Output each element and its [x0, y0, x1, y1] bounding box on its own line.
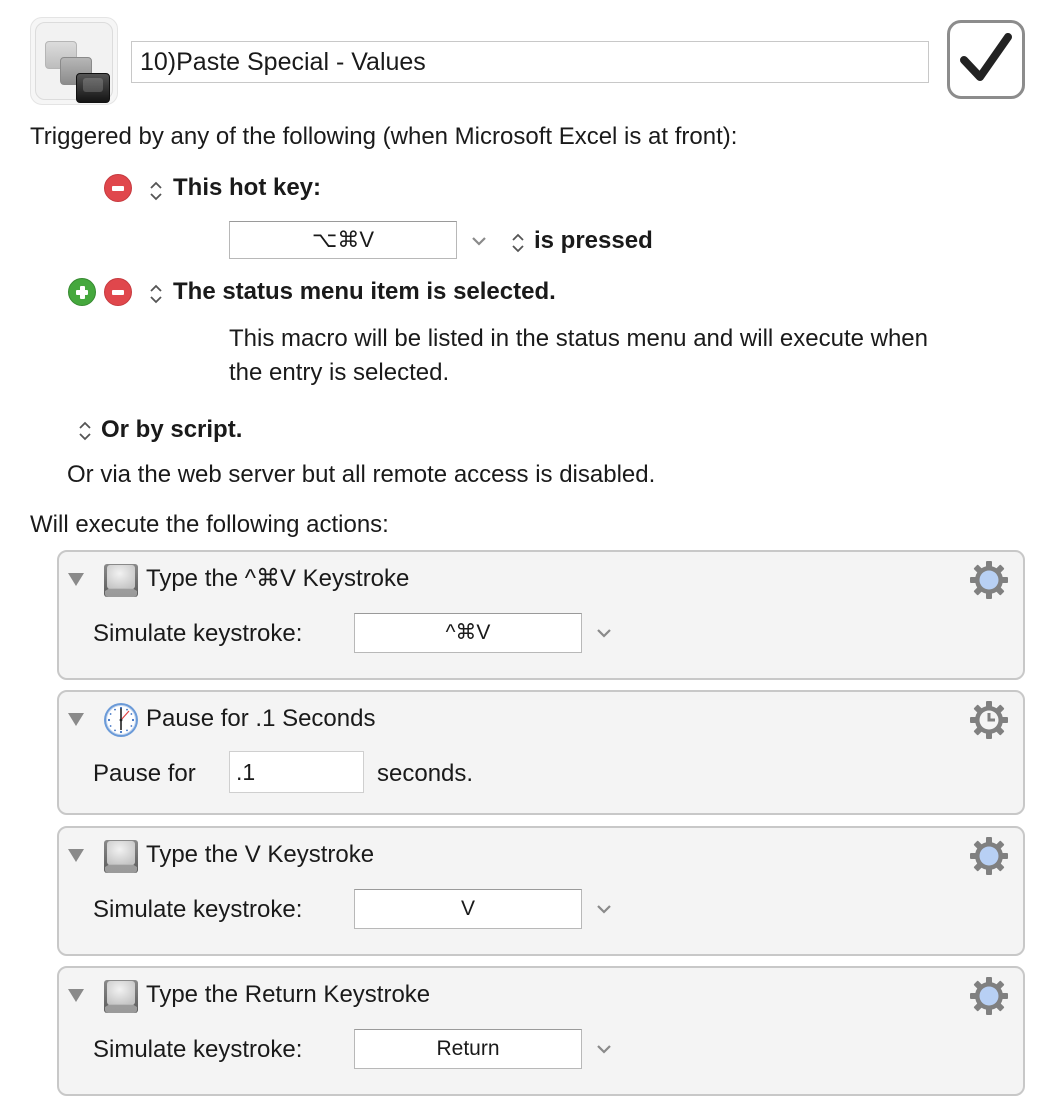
keycap-icon — [102, 561, 140, 599]
hotkey-input[interactable]: ⌥⌘V — [229, 221, 457, 259]
pause-seconds-input[interactable]: .1 — [229, 751, 364, 793]
keycap-icon — [102, 837, 140, 875]
hotkey-condition-label[interactable]: is pressed — [534, 226, 653, 256]
add-trigger-popup-icon[interactable] — [78, 419, 92, 443]
hotkey-trigger-label: This hot key: — [173, 174, 322, 201]
status-menu-trigger-label: The status menu item is selected. — [173, 278, 556, 305]
macro-name-input[interactable]: 10)Paste Special - Values — [131, 41, 929, 83]
simulate-keystroke-label: Simulate keystroke: — [93, 896, 303, 923]
action-title: Type the V Keystroke — [146, 841, 375, 868]
keycap-icon — [102, 977, 140, 1015]
chevron-down-icon[interactable] — [596, 904, 612, 914]
add-trigger-button[interactable] — [68, 278, 96, 306]
triggers-heading: Triggered by any of the following (when … — [30, 123, 738, 150]
trigger-type-popup-icon[interactable] — [149, 282, 163, 306]
chevron-down-icon[interactable] — [471, 236, 487, 246]
clock-icon — [102, 701, 140, 739]
key-layer-dark — [76, 73, 110, 103]
hotkey-condition-popup-icon[interactable] — [511, 231, 525, 255]
gear-icon[interactable] — [969, 560, 1009, 600]
keystroke-input[interactable]: V — [354, 889, 582, 929]
gear-icon[interactable] — [969, 976, 1009, 1016]
action-title: Type the ^⌘V Keystroke — [146, 565, 410, 592]
macro-icon[interactable] — [30, 17, 118, 105]
action-card[interactable]: Type the ^⌘V Keystroke Simulate keystrok… — [57, 550, 1025, 680]
action-title: Pause for .1 Seconds — [146, 705, 376, 732]
disclosure-triangle-icon[interactable] — [68, 849, 84, 862]
gear-icon[interactable] — [969, 836, 1009, 876]
keystroke-stack-icon — [35, 22, 113, 103]
action-card[interactable]: Pause for .1 Seconds Pause for .1 second… — [57, 690, 1025, 815]
checkmark-icon — [960, 33, 1012, 81]
action-title: Type the Return Keystroke — [146, 981, 431, 1008]
simulate-keystroke-label: Simulate keystroke: — [93, 620, 303, 647]
pause-for-label: Pause for — [93, 760, 196, 787]
web-server-note: Or via the web server but all remote acc… — [67, 461, 656, 488]
status-menu-description: This macro will be listed in the status … — [229, 325, 928, 352]
actions-heading: Will execute the following actions: — [30, 511, 389, 538]
action-card[interactable]: Type the V Keystroke Simulate keystroke:… — [57, 826, 1025, 956]
keystroke-input[interactable]: ^⌘V — [354, 613, 582, 653]
gear-clock-icon[interactable] — [969, 700, 1009, 740]
chevron-down-icon[interactable] — [596, 628, 612, 638]
chevron-down-icon[interactable] — [596, 1044, 612, 1054]
remove-hotkey-trigger-button[interactable] — [104, 174, 132, 202]
disclosure-triangle-icon[interactable] — [68, 989, 84, 1002]
seconds-label: seconds. — [377, 760, 474, 787]
status-menu-description-cont: the entry is selected. — [229, 359, 450, 386]
script-trigger-label[interactable]: Or by script. — [101, 415, 242, 445]
disclosure-triangle-icon[interactable] — [68, 713, 84, 726]
action-card[interactable]: Type the Return Keystroke Simulate keyst… — [57, 966, 1025, 1096]
remove-status-menu-trigger-button[interactable] — [104, 278, 132, 306]
disclosure-triangle-icon[interactable] — [68, 573, 84, 586]
simulate-keystroke-label: Simulate keystroke: — [93, 1036, 303, 1063]
macro-enabled-checkbox[interactable] — [947, 20, 1025, 99]
trigger-type-popup-icon[interactable] — [149, 179, 163, 203]
keystroke-input[interactable]: Return — [354, 1029, 582, 1069]
